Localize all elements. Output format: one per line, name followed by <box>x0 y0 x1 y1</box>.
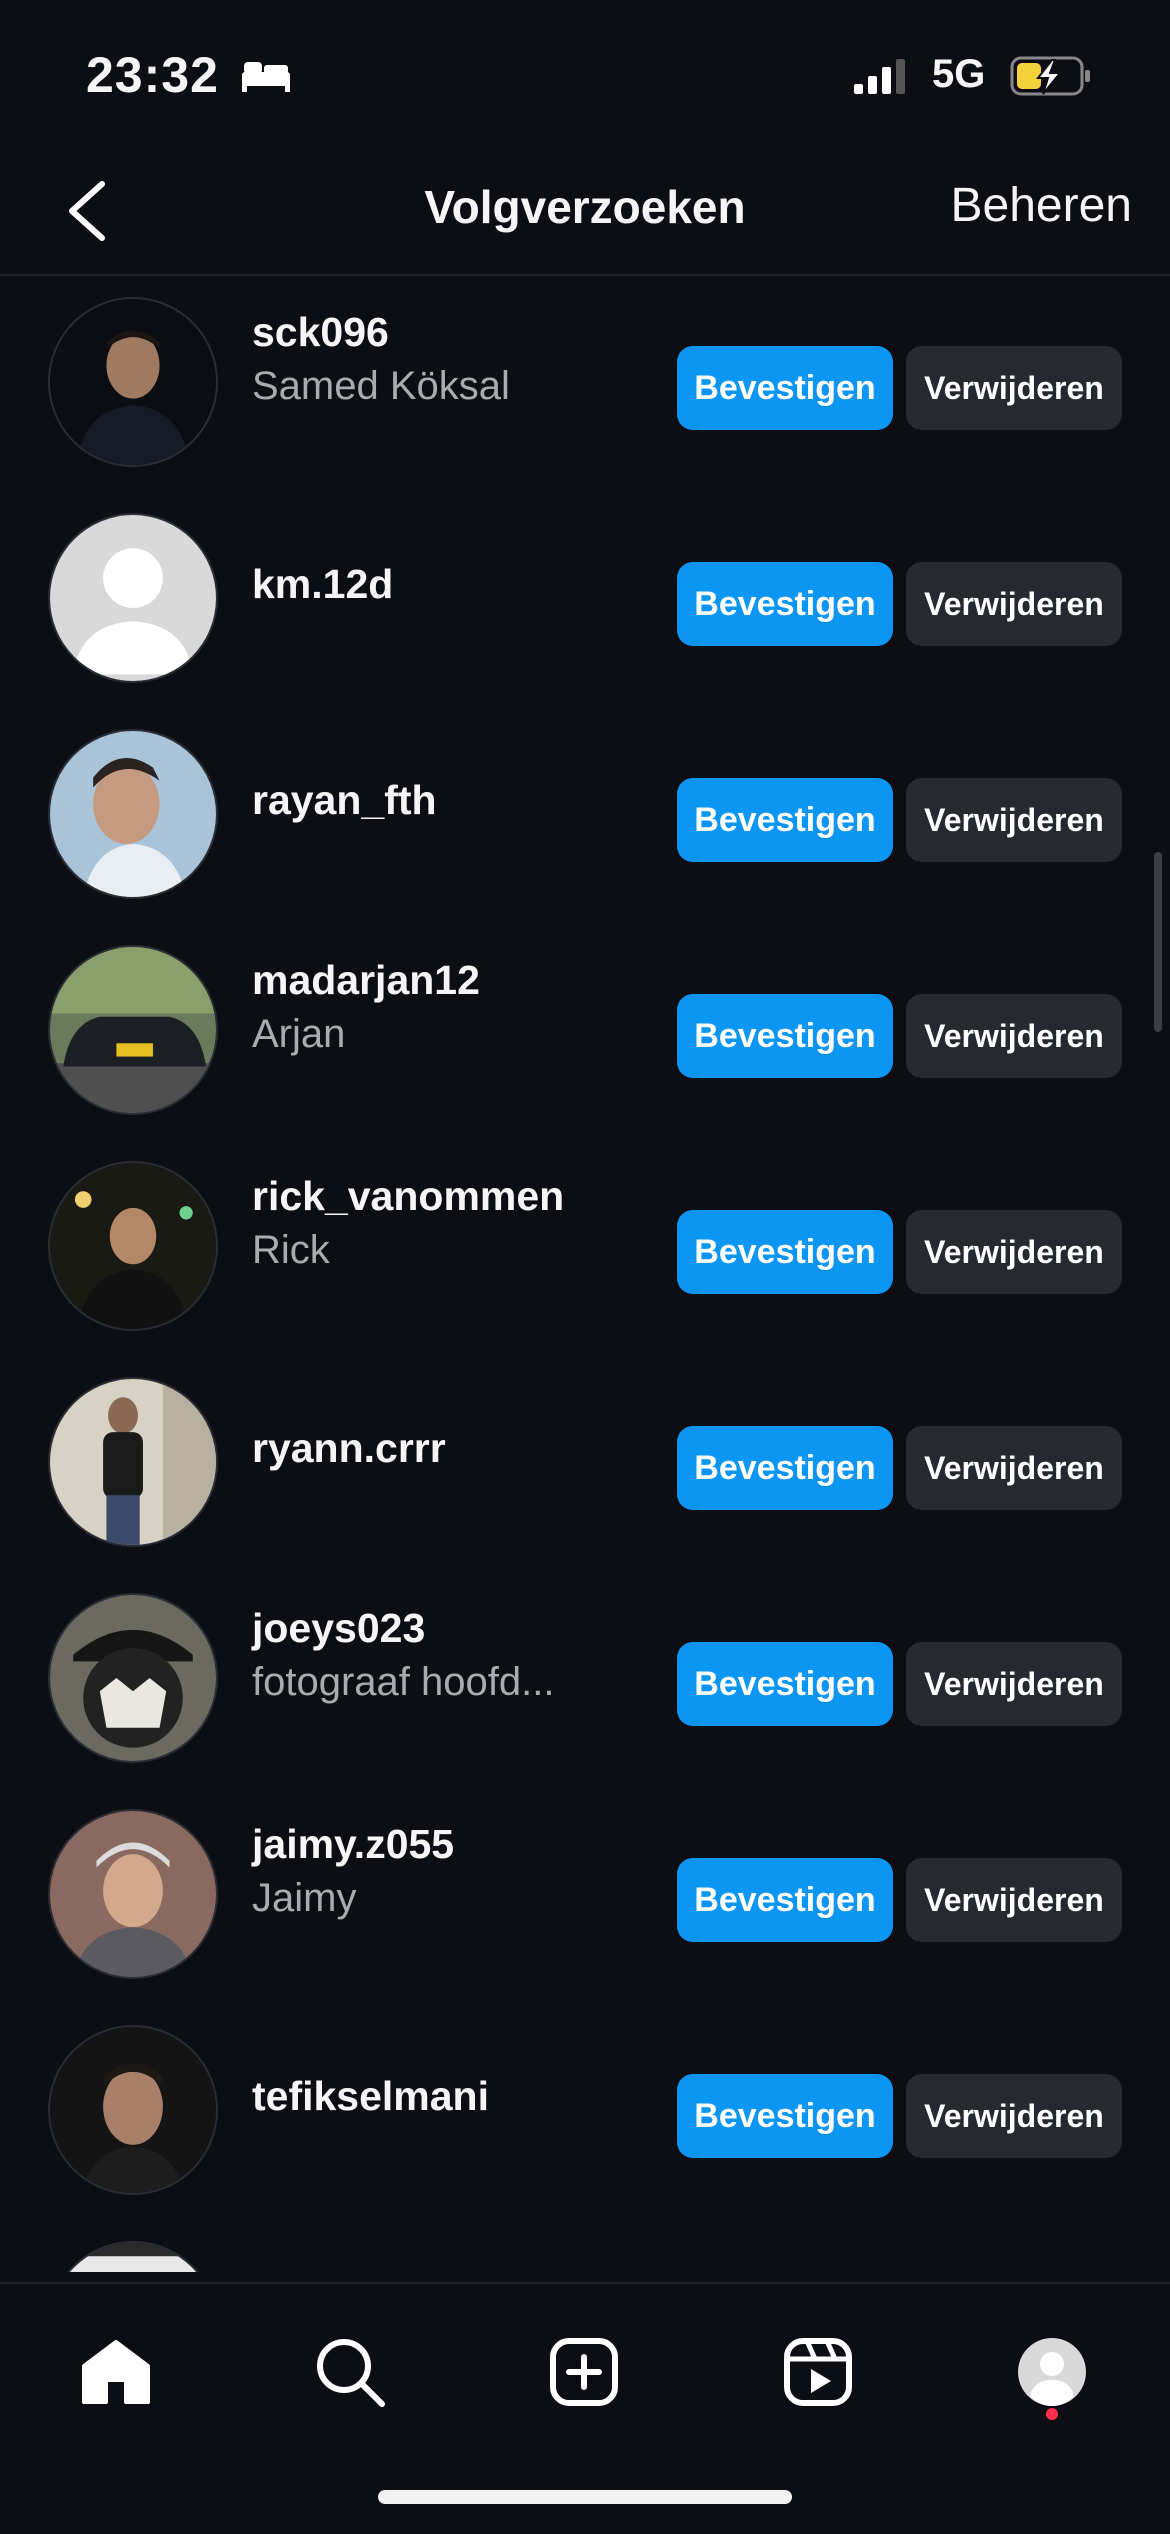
tab-profile[interactable] <box>1002 2322 1102 2422</box>
avatar[interactable] <box>48 1377 218 1547</box>
confirm-button[interactable]: Bevestigen <box>677 1642 893 1726</box>
avatar[interactable] <box>48 1809 218 1979</box>
username[interactable]: jaimy.z055 <box>252 1818 662 1870</box>
delete-button[interactable]: Verwijderen <box>906 778 1122 862</box>
delete-button[interactable]: Verwijderen <box>906 2074 1122 2158</box>
avatar[interactable] <box>48 729 218 899</box>
delete-button[interactable]: Verwijderen <box>906 1858 1122 1942</box>
scrollbar[interactable] <box>1154 852 1162 1032</box>
reels-icon <box>784 2338 852 2406</box>
tab-create[interactable] <box>534 2322 634 2422</box>
delete-button[interactable]: Verwijderen <box>906 1642 1122 1726</box>
home-indicator[interactable] <box>378 2490 792 2504</box>
username[interactable]: ryann.crrr <box>252 1422 662 1474</box>
request-row: madarjan12 Arjan Bevestigen Verwijderen <box>0 924 1170 1140</box>
cellular-signal-icon <box>852 58 914 101</box>
username[interactable]: rayan_fth <box>252 774 662 826</box>
request-names: joeys023 fotograaf hoofd... <box>252 1602 662 1710</box>
manage-button[interactable]: Beheren <box>951 178 1132 233</box>
home-icon <box>82 2340 150 2404</box>
avatar[interactable] <box>48 1161 218 1331</box>
confirm-button[interactable]: Bevestigen <box>677 1210 893 1294</box>
delete-button[interactable]: Verwijderen <box>906 1210 1122 1294</box>
username[interactable]: rick_vanommen <box>252 1170 662 1222</box>
full-name: Jaimy <box>252 1876 357 1920</box>
full-name: Rick <box>252 1228 330 1272</box>
username[interactable]: madarjan12 <box>252 954 662 1006</box>
username[interactable]: sck096 <box>252 306 662 358</box>
username[interactable]: joeys023 <box>252 1602 662 1654</box>
request-row: jaimy.z055 Jaimy Bevestigen Verwijderen <box>0 1788 1170 2004</box>
request-row: sck096 Samed Köksal Bevestigen Verwijder… <box>0 276 1170 492</box>
request-names: km.12d <box>252 558 662 610</box>
avatar[interactable] <box>48 1593 218 1763</box>
battery-charging-icon <box>1010 56 1094 103</box>
request-row: joeys023 fotograaf hoofd... Bevestigen V… <box>0 1572 1170 1788</box>
avatar[interactable] <box>48 2241 218 2272</box>
delete-button[interactable]: Verwijderen <box>906 562 1122 646</box>
confirm-button[interactable]: Bevestigen <box>677 1858 893 1942</box>
tab-home[interactable] <box>66 2322 166 2422</box>
delete-button[interactable]: Verwijderen <box>906 994 1122 1078</box>
profile-avatar-icon <box>1018 2338 1086 2406</box>
full-name: Arjan <box>252 1012 346 1056</box>
request-names: rick_vanommen Rick <box>252 1170 662 1278</box>
avatar[interactable] <box>48 945 218 1115</box>
request-row: ryann.crrr Bevestigen Verwijderen <box>0 1356 1170 1572</box>
search-icon <box>317 2339 385 2407</box>
request-names: sck096 Samed Köksal <box>252 306 662 414</box>
request-row: rayan_fth Bevestigen Verwijderen <box>0 708 1170 924</box>
tab-reels[interactable] <box>768 2322 868 2422</box>
confirm-button[interactable]: Bevestigen <box>677 2074 893 2158</box>
header: Volgverzoeken Beheren <box>0 150 1170 276</box>
delete-button[interactable]: Verwijderen <box>906 1426 1122 1510</box>
username[interactable]: tefikselmani <box>252 2070 662 2122</box>
request-names: madarjan12 Arjan <box>252 954 662 1062</box>
request-names: tefikselmani <box>252 2070 662 2122</box>
confirm-button[interactable]: Bevestigen <box>677 562 893 646</box>
avatar[interactable] <box>48 2025 218 2195</box>
delete-button[interactable]: Verwijderen <box>906 346 1122 430</box>
username[interactable]: km.12d <box>252 558 662 610</box>
request-row: km.12d Bevestigen Verwijderen <box>0 492 1170 708</box>
avatar[interactable] <box>48 513 218 683</box>
request-names: jaimy.z055 Jaimy <box>252 1818 662 1926</box>
status-time: 23:32 <box>86 47 219 103</box>
full-name: Samed Köksal <box>252 364 510 408</box>
notification-dot <box>1046 2408 1058 2420</box>
confirm-button[interactable]: Bevestigen <box>677 1426 893 1510</box>
request-names: rayan_fth <box>252 774 662 826</box>
tab-search[interactable] <box>300 2322 400 2422</box>
request-row: rick_vanommen Rick Bevestigen Verwijdere… <box>0 1140 1170 1356</box>
confirm-button[interactable]: Bevestigen <box>677 778 893 862</box>
network-type: 5G <box>932 52 986 96</box>
request-row: tefikselmani Bevestigen Verwijderen <box>0 2004 1170 2220</box>
create-post-icon <box>550 2338 618 2406</box>
status-bar: 23:32 5G <box>0 0 1170 150</box>
follow-request-list: sck096 Samed Köksal Bevestigen Verwijder… <box>0 276 1170 2272</box>
default-avatar-icon <box>50 515 216 681</box>
full-name: fotograaf hoofd... <box>252 1660 555 1704</box>
avatar[interactable] <box>48 297 218 467</box>
request-row-partial <box>0 2220 1170 2272</box>
confirm-button[interactable]: Bevestigen <box>677 994 893 1078</box>
request-names: ryann.crrr <box>252 1422 662 1474</box>
sleep-bed-icon <box>240 58 292 99</box>
confirm-button[interactable]: Bevestigen <box>677 346 893 430</box>
